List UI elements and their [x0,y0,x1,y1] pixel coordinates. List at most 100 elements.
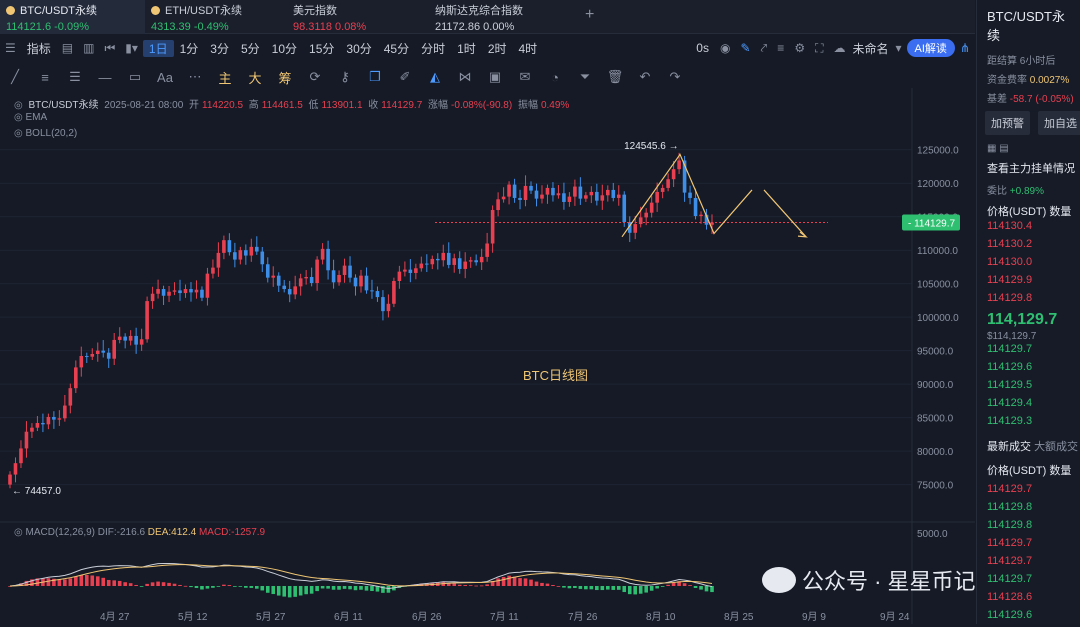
chart-toolbar: ☰ 指标 ▤ ▥ ⏮ ▮▾ 1日 1分 3分 5分 10分 15分 30分 45… [0,36,975,60]
see-orders-link[interactable]: 查看主力挂单情况 [977,156,1080,180]
candle-body [622,194,627,223]
interval-option[interactable]: 4时 [513,40,544,57]
add-tab-icon[interactable]: + [585,6,594,24]
macd-bar [468,585,473,587]
bid-price[interactable]: 114129.6 [977,360,1080,378]
brush-icon[interactable]: ◔ [540,70,570,85]
interval-option[interactable]: 分时 [415,40,451,57]
pattern-line [621,153,753,238]
indicator-icon[interactable]: ☰ [0,41,21,55]
settings-icon[interactable]: ⚙ [789,41,810,55]
qty-header: 数量 [1049,465,1072,477]
trash-icon[interactable]: 🗑 [600,69,630,85]
magnet-icon[interactable]: ⋈ [450,69,480,85]
network-icon[interactable]: ⋔ [955,41,975,55]
candle-body [595,191,599,201]
book-view-icons[interactable]: ▦ ▤ [977,141,1080,156]
layout-name[interactable]: 未命名 [850,40,890,57]
add-watch-button[interactable]: 加自选 [1038,111,1080,135]
ema-indicator[interactable]: ◎ EMA [14,112,47,123]
redo-icon[interactable]: ↷ [660,69,690,85]
ema-label: EMA [25,112,48,123]
cloud-icon[interactable]: ☁ [828,41,850,55]
ask-price[interactable]: 114130.2 [977,237,1080,255]
hlines-icon[interactable]: ≡ [30,70,60,85]
candle-body [699,214,703,217]
candle-body [205,273,210,298]
ask-price[interactable]: 114130.4 [977,219,1080,237]
interval-option[interactable]: 5分 [235,40,266,57]
template-icon[interactable]: ▤ [57,41,78,55]
tab-btc[interactable]: BTC/USDT永续 114121.6 -0.09% [0,0,145,34]
ai-button[interactable]: AI解读 [906,39,955,57]
sync-icon[interactable]: ⟳ [300,69,330,85]
tab-latest-trades[interactable]: 最新成交 [987,441,1031,453]
replay-icon[interactable]: ⏮ [99,41,120,56]
rect-icon[interactable]: ▭ [120,69,150,85]
candlestick-chart[interactable]: 125000.0120000.0115000.0110000.0105000.0… [0,88,975,624]
note-icon[interactable]: ✉ [510,69,540,85]
tab-big-trades[interactable]: 大额成交 [1034,441,1078,453]
interval-option[interactable]: 10分 [266,40,303,57]
macd-bar [74,576,78,586]
interval-option[interactable]: 45分 [378,40,415,57]
boll-indicator[interactable]: ◎ BOLL(20,2) [14,128,77,139]
interval-option[interactable]: 30分 [340,40,377,57]
macd-bar [666,584,670,586]
layout-icon[interactable]: ▥ [78,41,99,55]
interval-option[interactable]: 15分 [303,40,340,57]
eraser-icon[interactable]: ✐ [390,69,420,85]
candle-body [287,289,292,295]
trendline-icon[interactable]: ╱ [0,69,30,85]
ask-price[interactable]: 114129.9 [977,273,1080,291]
candle-body [57,418,62,420]
chart-area[interactable]: 125000.0120000.0115000.0110000.0105000.0… [0,88,975,624]
tab-nasdaq[interactable]: 纳斯达克综合指数 21172.86 0.00% [429,0,579,34]
filter-icon[interactable]: ⏷ [570,69,600,85]
candle-body [227,240,232,253]
tab-title: BTC/USDT永续 [20,5,97,17]
share-icon[interactable]: ⤤ [756,41,773,56]
lock-icon[interactable]: ⚷ [330,69,360,85]
camera-icon[interactable]: ◉ [715,41,735,55]
text-icon[interactable]: Aa [150,70,180,85]
more-icon[interactable]: ⋯ [180,69,210,85]
bid-price[interactable]: 114129.3 [977,414,1080,432]
list-icon[interactable]: ≡ [772,41,789,55]
chart-type-icon[interactable]: ▮▾ [120,41,143,55]
ask-price[interactable]: 114129.8 [977,291,1080,309]
chip-button[interactable]: 筹 [270,68,300,87]
copy-icon[interactable]: ❐ [360,69,390,85]
big-button[interactable]: 大 [240,68,270,87]
hline-icon[interactable]: — [90,70,120,85]
tab-eth[interactable]: ETH/USDT永续 4313.39 -0.49% [145,0,287,34]
draw-mode-icon[interactable]: ◭ [420,69,450,85]
interval-option[interactable]: 2时 [482,40,513,57]
interval-option[interactable]: 1时 [451,40,482,57]
bid-price[interactable]: 114129.7 [977,342,1080,360]
candle-body [123,336,127,341]
fib-icon[interactable]: ☰ [60,69,90,85]
candle-body [551,187,555,196]
main-button[interactable]: 主 [210,68,240,87]
undo-icon[interactable]: ↶ [630,69,660,85]
clipboard-icon[interactable]: ▣ [480,69,510,85]
interval-selected[interactable]: 1日 [142,39,174,57]
pen-icon[interactable]: ✎ [735,41,755,55]
bid-price[interactable]: 114129.4 [977,396,1080,414]
interval-option[interactable]: 1分 [174,40,205,57]
chevron-down-icon[interactable]: ▾ [891,41,907,55]
ask-price[interactable]: 114130.0 [977,255,1080,273]
interval-option[interactable]: 3分 [204,40,235,57]
tab-price: 98.3118 [293,21,332,33]
add-alert-button[interactable]: 加预警 [985,111,1030,135]
bid-price[interactable]: 114129.5 [977,378,1080,396]
tab-dxy[interactable]: 美元指数 98.3118 0.08% [287,0,429,34]
fullscreen-icon[interactable]: ⛶ [810,41,828,56]
indicator-button[interactable]: 指标 [21,40,57,57]
info-chg: -0.08%(-90.8) [451,100,513,111]
candle-body [392,281,396,304]
candle-body [414,268,418,273]
candle-body [671,169,676,180]
info-open: 114220.5 [202,100,244,111]
